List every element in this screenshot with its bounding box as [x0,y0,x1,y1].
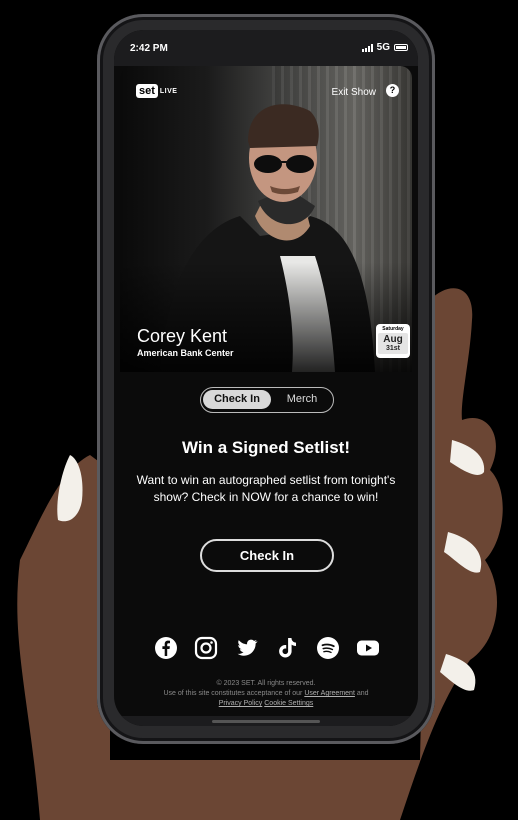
social-links [154,636,380,660]
tab-check-in[interactable]: Check In [203,390,271,409]
venue-name: American Bank Center [137,348,234,358]
checkin-merch-toggle: Check In Merch [200,387,334,413]
youtube-icon[interactable] [356,636,380,660]
artist-name: Corey Kent [137,326,228,346]
terms-and: and [356,690,369,697]
date-weekday: Saturday [382,326,404,332]
cookie-settings-link[interactable]: Cookie Settings [264,700,313,707]
network-label: 5G [376,42,390,53]
twitter-icon[interactable] [235,636,259,660]
privacy-policy-link[interactable]: Privacy Policy [219,700,263,707]
tab-merch[interactable]: Merch [273,390,331,409]
battery-icon [394,44,408,51]
logo-live: LIVE [159,87,178,95]
phone-screen: 2:42 PM 5G set LIVE Exit Show ? Corey Ke… [114,30,418,726]
set-live-logo[interactable]: set LIVE [136,84,177,98]
home-indicator[interactable] [212,720,320,723]
signal-icon [361,43,373,52]
tiktok-icon[interactable] [275,636,299,660]
user-agreement-link[interactable]: User Agreement [304,690,355,697]
logo-text: set [136,84,158,98]
footer-legal: © 2023 SET. All rights reserved. Use of … [124,679,408,709]
date-day: 31st [385,345,400,352]
status-time: 2:42 PM [130,43,168,54]
check-in-button[interactable]: Check In [200,539,334,572]
copyright-text: © 2023 SET. All rights reserved. [216,680,316,687]
terms-prefix: Use of this site constitutes acceptance … [163,690,303,697]
facebook-icon[interactable] [154,636,178,660]
exit-show-link[interactable]: Exit Show [332,87,376,98]
instagram-icon[interactable] [194,636,218,660]
promo-title: Win a Signed Setlist! [182,438,350,457]
date-month: Aug [383,334,403,345]
event-date-badge: Saturday Aug 31st [376,324,410,358]
promo-description: Want to win an autographed setlist from … [136,473,396,504]
help-icon[interactable]: ? [386,84,399,97]
spotify-icon[interactable] [316,636,340,660]
artist-hero-image: set LIVE Exit Show ? Corey Kent American… [120,66,412,372]
status-bar: 2:42 PM 5G [114,30,418,66]
